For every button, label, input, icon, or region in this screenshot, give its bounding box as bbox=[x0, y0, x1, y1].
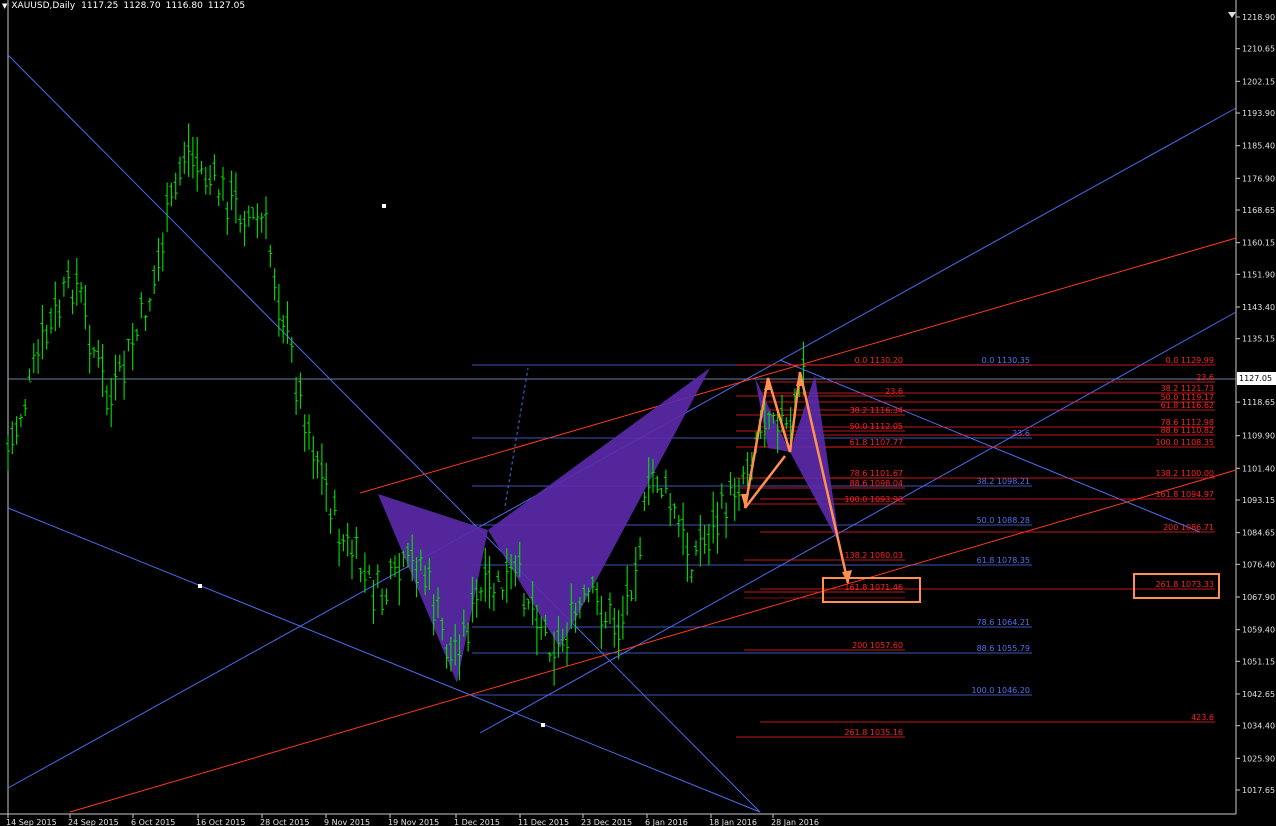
price-tick-label: 1109.90 bbox=[1242, 432, 1275, 441]
fibo-blue-label: 0.0 1130.35 bbox=[982, 356, 1030, 365]
fibo-red-right-label: 0.0 1129.99 bbox=[1166, 356, 1214, 365]
fibo-red-right-label: 23.6 bbox=[1196, 373, 1214, 382]
fibo-red-label: 138.2 1080.03 bbox=[844, 551, 903, 560]
price-tick-label: 1059.40 bbox=[1242, 626, 1275, 635]
fibo-red-right-label: 200 1086.71 bbox=[1163, 523, 1214, 532]
lower-channel-line bbox=[7, 507, 761, 813]
time-tick-label: 28 Jan 2016 bbox=[771, 818, 819, 826]
descending-line-right bbox=[779, 359, 1201, 533]
price-tick-label: 1051.15 bbox=[1242, 657, 1275, 666]
close-value: 1127.05 bbox=[207, 1, 246, 11]
time-tick-label: 11 Dec 2015 bbox=[518, 818, 569, 826]
time-tick-label: 9 Nov 2015 bbox=[324, 818, 370, 826]
time-tick-label: 24 Sep 2015 bbox=[68, 818, 119, 826]
fibo-red-label: 23.6 bbox=[885, 387, 903, 396]
fibo-blue-label: 50.0 1088.28 bbox=[977, 516, 1030, 525]
price-chart[interactable]: 0.0 1130.3523.638.2 1098.2150.0 1088.286… bbox=[0, 0, 1276, 826]
fibo-red-right-label: 100.0 1108.35 bbox=[1155, 438, 1214, 447]
fibo-blue-label: 23.6 bbox=[1012, 429, 1030, 438]
current-price-label: 1127.05 bbox=[1237, 372, 1276, 385]
time-tick-label: 19 Nov 2015 bbox=[388, 818, 439, 826]
line-anchor-marker bbox=[541, 723, 545, 727]
fibo-red-label: 38.2 1116.34 bbox=[850, 406, 903, 415]
time-tick-label: 6 Jan 2016 bbox=[645, 818, 688, 826]
price-tick-label: 1042.65 bbox=[1242, 690, 1275, 699]
time-tick-label: 14 Sep 2015 bbox=[6, 818, 57, 826]
fibo-red-label: 0.0 1130.20 bbox=[855, 356, 903, 365]
price-tick-label: 1017.65 bbox=[1242, 786, 1275, 795]
high-value: 1128.70 bbox=[123, 1, 161, 11]
time-tick-label: 23 Dec 2015 bbox=[581, 818, 632, 826]
low-value: 1116.80 bbox=[165, 1, 203, 11]
time-tick-label: 28 Oct 2015 bbox=[260, 818, 309, 826]
price-tick-label: 1193.90 bbox=[1242, 109, 1275, 118]
price-tick-label: 1176.90 bbox=[1242, 174, 1275, 183]
fibo-red-label: 50.0 1112.05 bbox=[850, 422, 903, 431]
price-tick-label: 1034.40 bbox=[1242, 722, 1275, 731]
fibo-red-right-label: 61.8 1116.62 bbox=[1161, 401, 1214, 410]
chart-window[interactable]: 0.0 1130.35 23.6 38.2 1098.21 50.0 1088.28 6… bbox=[0, 0, 1276, 826]
price-tick-label: 1210.65 bbox=[1242, 45, 1275, 54]
price-tick-label: 1076.40 bbox=[1242, 560, 1275, 569]
price-tick-label: 1084.65 bbox=[1242, 529, 1275, 538]
fibo-blue-label: 78.6 1064.21 bbox=[977, 618, 1030, 627]
price-tick-label: 1135.15 bbox=[1242, 335, 1275, 344]
price-tick-label: 1160.15 bbox=[1242, 239, 1275, 248]
fibo-blue-label: 100.0 1046.20 bbox=[971, 686, 1030, 695]
price-tick-label: 1202.15 bbox=[1242, 77, 1275, 86]
price-tick-label: 1025.90 bbox=[1242, 754, 1275, 763]
price-tick-label: 1218.90 bbox=[1242, 13, 1275, 22]
fibo-red-label: 61.8 1107.77 bbox=[850, 438, 903, 447]
price-tick-label: 1067.90 bbox=[1242, 593, 1275, 602]
price-tick-label: 1143.40 bbox=[1242, 303, 1275, 312]
price-tick-label: 1185.40 bbox=[1242, 142, 1275, 151]
fibo-red-label: 261.8 1035.16 bbox=[844, 728, 903, 737]
symbol-label: XAUUSD,Daily bbox=[11, 1, 76, 11]
harmonic-triangle-1 bbox=[378, 494, 488, 683]
fibo-red-right-label: 161.8 1094.97 bbox=[1155, 490, 1214, 499]
abcd-leg bbox=[744, 455, 786, 509]
time-tick-label: 18 Jan 2016 bbox=[709, 818, 757, 826]
time-tick-label: 16 Oct 2015 bbox=[196, 818, 245, 826]
fibo-blue-label: 88.6 1055.79 bbox=[977, 644, 1030, 653]
price-tick-label: 1168.65 bbox=[1242, 206, 1275, 215]
red-trendline-lower bbox=[69, 469, 1237, 813]
dropdown-arrow-icon[interactable]: ▼ bbox=[2, 2, 7, 10]
price-tick-label: 1118.65 bbox=[1242, 398, 1275, 407]
price-tick-label: 1101.40 bbox=[1242, 464, 1275, 473]
fibo-red-label: 161.8 1071.46 bbox=[844, 583, 903, 592]
harmonic-patterns bbox=[378, 368, 840, 683]
chart-scroll-icon[interactable] bbox=[1228, 12, 1236, 18]
fibo-blue-label: 61.8 1078.35 bbox=[977, 556, 1030, 565]
open-value: 1117.25 bbox=[81, 1, 119, 11]
fibo-red-right-label: 423.6 bbox=[1191, 713, 1214, 722]
time-tick-label: 6 Oct 2015 bbox=[131, 818, 175, 826]
fibo-red-label: 100.0 1093.90 bbox=[844, 495, 903, 504]
price-tick-label: 1151.90 bbox=[1242, 270, 1275, 279]
price-tick-label: 1093.15 bbox=[1242, 496, 1275, 505]
fibo-red-label: 200 1057.60 bbox=[852, 641, 903, 650]
fibo-red-right-label: 138.2 1100.00 bbox=[1155, 469, 1214, 478]
fibo-red-right-label: 38.2 1121.73 bbox=[1161, 384, 1214, 393]
fibo-red-label: 78.6 1101.67 bbox=[850, 469, 903, 478]
dotted-line bbox=[504, 367, 529, 507]
line-anchor-marker bbox=[198, 584, 202, 588]
fibo-red-label: 88.6 1098.04 bbox=[850, 479, 903, 488]
line-anchor-marker bbox=[382, 204, 386, 208]
fibo-red-right-label: 88.6 1110.82 bbox=[1161, 426, 1214, 435]
chart-title-bar: ▼ XAUUSD,Daily 1117.25 1128.70 1116.80 1… bbox=[2, 0, 250, 12]
time-tick-label: 1 Dec 2015 bbox=[454, 818, 500, 826]
fibo-red-right-label: 261.8 1073.33 bbox=[1155, 580, 1214, 589]
